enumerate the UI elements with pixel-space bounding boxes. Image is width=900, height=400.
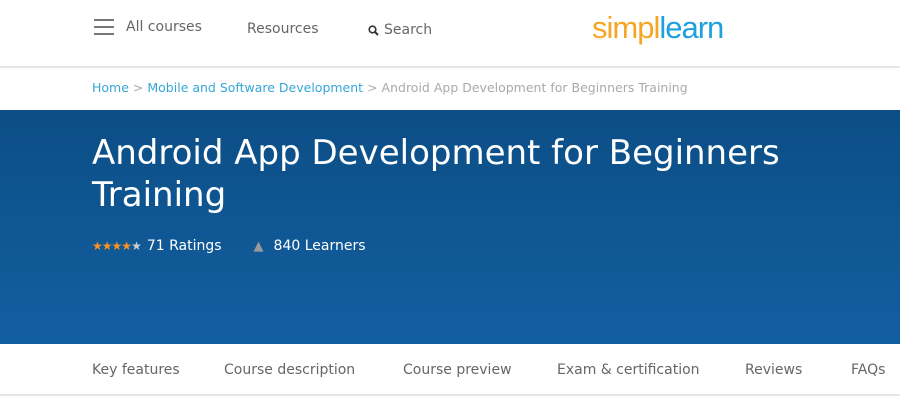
- search-icon: [368, 24, 379, 36]
- search-label: Search: [384, 22, 433, 38]
- ratings-count[interactable]: 71 Ratings: [147, 238, 222, 254]
- star-icon: ★: [101, 239, 113, 253]
- breadcrumb-sep: >: [367, 80, 378, 95]
- resources-link[interactable]: Resources: [247, 21, 319, 37]
- star-icon: ★: [111, 239, 123, 253]
- all-courses-menu[interactable]: All courses: [94, 19, 202, 35]
- breadcrumb-sep: >: [132, 80, 144, 95]
- breadcrumb-category[interactable]: Mobile and Software Development: [147, 80, 363, 95]
- tab-faqs[interactable]: FAQs: [851, 362, 885, 378]
- breadcrumb: Home > Mobile and Software Development >…: [92, 80, 688, 95]
- header: All courses Resources Search simpllearn: [0, 0, 900, 68]
- tab-exam-certification[interactable]: Exam & certification: [557, 362, 700, 378]
- search-button[interactable]: Search: [368, 22, 432, 38]
- course-tabs: Key features Course description Course p…: [0, 344, 900, 396]
- course-hero: Android App Development for Beginners Tr…: [0, 110, 900, 344]
- logo-left: simpl: [592, 10, 660, 45]
- logo-right: learn: [659, 10, 724, 45]
- breadcrumb-home[interactable]: Home: [92, 80, 129, 95]
- graduation-cap-icon: ▲: [253, 238, 264, 254]
- star-icon: ★: [92, 239, 103, 253]
- breadcrumb-current: Android App Development for Beginners Tr…: [381, 80, 688, 95]
- tab-course-description[interactable]: Course description: [224, 362, 355, 378]
- hamburger-icon: [94, 19, 114, 35]
- star-icon: ★: [131, 239, 142, 253]
- tab-key-features[interactable]: Key features: [92, 362, 180, 378]
- star-icon: ★: [121, 239, 132, 253]
- simplilearn-logo[interactable]: simpllearn: [592, 10, 724, 46]
- page-title: Android App Development for Beginners Tr…: [92, 133, 780, 215]
- all-courses-label: All courses: [126, 19, 202, 35]
- rating-stars: ★★★★★: [92, 239, 142, 253]
- tab-reviews[interactable]: Reviews: [745, 362, 802, 378]
- learners-count: 840 Learners: [273, 238, 366, 254]
- tab-course-preview[interactable]: Course preview: [403, 362, 512, 378]
